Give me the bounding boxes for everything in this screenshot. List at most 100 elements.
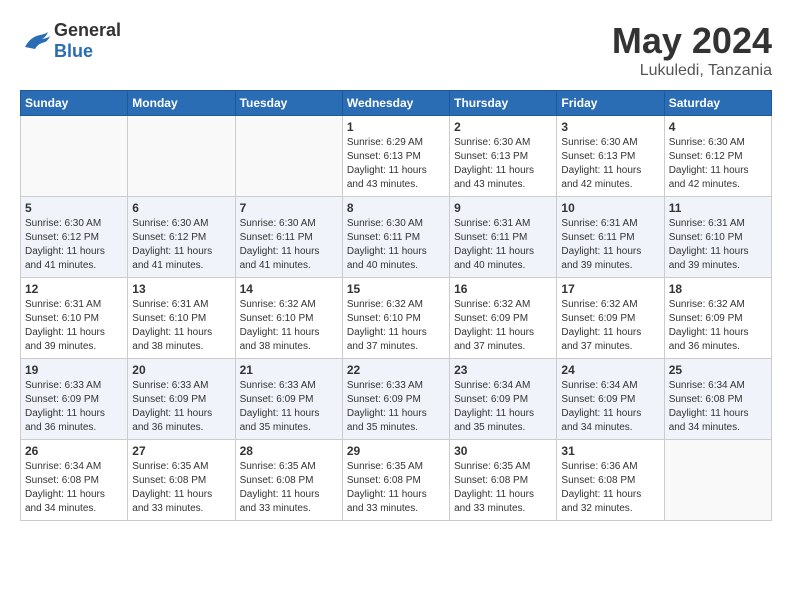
day-info: Sunrise: 6:35 AM Sunset: 6:08 PM Dayligh… [240,460,338,516]
table-row: 16 Sunrise: 6:32 AM Sunset: 6:09 PM Dayli… [450,278,557,359]
day-number: 6 [132,201,230,215]
table-row: 26Sunrise: 6:34 AM Sunset: 6:08 PM Dayli… [21,440,128,521]
table-row: 30 Sunrise: 6:35 AM Sunset: 6:08 PM Dayli… [450,440,557,521]
table-row: 4Sunrise: 6:30 AM Sunset: 6:12 PM Daylig… [664,116,771,197]
page-header: General Blue May 2024 Lukuledi, Tanzania [20,20,772,80]
table-row [21,116,128,197]
location-title: Lukuledi, Tanzania [612,62,772,80]
table-row [664,440,771,521]
col-friday: Friday [557,91,664,116]
day-number: 22 [347,363,445,377]
day-info: Sunrise: 6:30 AM Sunset: 6:11 PM Dayligh… [347,217,445,273]
day-number: 11 [669,201,767,215]
table-row: 12 Sunrise: 6:31 AM Sunset: 6:10 PM Dayli… [21,278,128,359]
day-info: Sunrise: 6:32 AM Sunset: 6:09 PM Dayligh… [669,298,767,354]
table-row: 20 Sunrise: 6:33 AM Sunset: 6:09 PM Dayli… [128,359,235,440]
calendar-week-row: 19 Sunrise: 6:33 AM Sunset: 6:09 PM Dayli… [21,359,772,440]
day-info: Sunrise: 6:35 AM Sunset: 6:08 PM Dayligh… [132,460,230,516]
day-info: Sunrise: 6:30 AM Sunset: 6:13 PM Dayligh… [561,136,659,192]
table-row: 13 Sunrise: 6:31 AM Sunset: 6:10 PM Dayli… [128,278,235,359]
col-thursday: Thursday [450,91,557,116]
day-info: Sunrise: 6:32 AM Sunset: 6:10 PM Dayligh… [240,298,338,354]
title-area: May 2024 Lukuledi, Tanzania [612,20,772,80]
day-number: 27 [132,444,230,458]
day-number: 12 [25,282,123,296]
month-title: May 2024 [612,20,772,62]
table-row: 22 Sunrise: 6:33 AM Sunset: 6:09 PM Dayli… [342,359,449,440]
day-number: 24 [561,363,659,377]
day-info: Sunrise: 6:33 AM Sunset: 6:09 PM Dayligh… [25,379,123,435]
day-info: Sunrise: 6:33 AM Sunset: 6:09 PM Dayligh… [347,379,445,435]
weekday-header-row: Sunday Monday Tuesday Wednesday Thursday… [21,91,772,116]
logo: General Blue [20,20,121,62]
day-info: Sunrise: 6:32 AM Sunset: 6:10 PM Dayligh… [347,298,445,354]
day-number: 9 [454,201,552,215]
day-info: Sunrise: 6:34 AM Sunset: 6:09 PM Dayligh… [561,379,659,435]
day-info: Sunrise: 6:34 AM Sunset: 6:08 PM Dayligh… [25,460,123,516]
day-number: 2 [454,120,552,134]
day-number: 28 [240,444,338,458]
day-number: 15 [347,282,445,296]
day-number: 8 [347,201,445,215]
day-info: Sunrise: 6:31 AM Sunset: 6:10 PM Dayligh… [132,298,230,354]
calendar-week-row: 5 Sunrise: 6:30 AM Sunset: 6:12 PM Daylig… [21,197,772,278]
logo-text: General Blue [54,20,121,62]
day-info: Sunrise: 6:31 AM Sunset: 6:10 PM Dayligh… [669,217,767,273]
day-info: Sunrise: 6:33 AM Sunset: 6:09 PM Dayligh… [240,379,338,435]
table-row: 29Sunrise: 6:35 AM Sunset: 6:08 PM Dayli… [342,440,449,521]
col-wednesday: Wednesday [342,91,449,116]
day-info: Sunrise: 6:35 AM Sunset: 6:08 PM Dayligh… [454,460,552,516]
table-row: 10 Sunrise: 6:31 AM Sunset: 6:11 PM Dayli… [557,197,664,278]
table-row: 21Sunrise: 6:33 AM Sunset: 6:09 PM Dayli… [235,359,342,440]
day-number: 19 [25,363,123,377]
day-info: Sunrise: 6:35 AM Sunset: 6:08 PM Dayligh… [347,460,445,516]
logo-blue: Blue [54,41,93,61]
table-row: 7 Sunrise: 6:30 AM Sunset: 6:11 PM Daylig… [235,197,342,278]
day-number: 23 [454,363,552,377]
table-row: 8 Sunrise: 6:30 AM Sunset: 6:11 PM Daylig… [342,197,449,278]
day-number: 17 [561,282,659,296]
day-number: 31 [561,444,659,458]
calendar-week-row: 1Sunrise: 6:29 AM Sunset: 6:13 PM Daylig… [21,116,772,197]
day-info: Sunrise: 6:30 AM Sunset: 6:13 PM Dayligh… [454,136,552,192]
table-row: 2 Sunrise: 6:30 AM Sunset: 6:13 PM Daylig… [450,116,557,197]
logo-icon [20,29,50,53]
day-number: 5 [25,201,123,215]
day-info: Sunrise: 6:33 AM Sunset: 6:09 PM Dayligh… [132,379,230,435]
calendar-week-row: 26Sunrise: 6:34 AM Sunset: 6:08 PM Dayli… [21,440,772,521]
table-row [128,116,235,197]
table-row: 6 Sunrise: 6:30 AM Sunset: 6:12 PM Daylig… [128,197,235,278]
table-row: 14Sunrise: 6:32 AM Sunset: 6:10 PM Dayli… [235,278,342,359]
table-row: 19 Sunrise: 6:33 AM Sunset: 6:09 PM Dayli… [21,359,128,440]
day-number: 10 [561,201,659,215]
col-sunday: Sunday [21,91,128,116]
day-info: Sunrise: 6:32 AM Sunset: 6:09 PM Dayligh… [454,298,552,354]
day-info: Sunrise: 6:34 AM Sunset: 6:09 PM Dayligh… [454,379,552,435]
table-row: 15 Sunrise: 6:32 AM Sunset: 6:10 PM Dayli… [342,278,449,359]
day-number: 13 [132,282,230,296]
day-number: 25 [669,363,767,377]
day-number: 16 [454,282,552,296]
table-row: 5 Sunrise: 6:30 AM Sunset: 6:12 PM Daylig… [21,197,128,278]
table-row [235,116,342,197]
calendar-table: Sunday Monday Tuesday Wednesday Thursday… [20,90,772,521]
day-number: 1 [347,120,445,134]
day-info: Sunrise: 6:31 AM Sunset: 6:11 PM Dayligh… [454,217,552,273]
day-number: 20 [132,363,230,377]
table-row: 28 Sunrise: 6:35 AM Sunset: 6:08 PM Dayli… [235,440,342,521]
day-info: Sunrise: 6:30 AM Sunset: 6:11 PM Dayligh… [240,217,338,273]
day-info: Sunrise: 6:30 AM Sunset: 6:12 PM Dayligh… [132,217,230,273]
day-info: Sunrise: 6:31 AM Sunset: 6:11 PM Dayligh… [561,217,659,273]
day-number: 7 [240,201,338,215]
col-tuesday: Tuesday [235,91,342,116]
table-row: 27 Sunrise: 6:35 AM Sunset: 6:08 PM Dayli… [128,440,235,521]
col-monday: Monday [128,91,235,116]
table-row: 1Sunrise: 6:29 AM Sunset: 6:13 PM Daylig… [342,116,449,197]
logo-general: General [54,20,121,40]
table-row: 24 Sunrise: 6:34 AM Sunset: 6:09 PM Dayli… [557,359,664,440]
day-number: 30 [454,444,552,458]
day-info: Sunrise: 6:36 AM Sunset: 6:08 PM Dayligh… [561,460,659,516]
day-info: Sunrise: 6:30 AM Sunset: 6:12 PM Dayligh… [25,217,123,273]
day-info: Sunrise: 6:31 AM Sunset: 6:10 PM Dayligh… [25,298,123,354]
day-info: Sunrise: 6:34 AM Sunset: 6:08 PM Dayligh… [669,379,767,435]
